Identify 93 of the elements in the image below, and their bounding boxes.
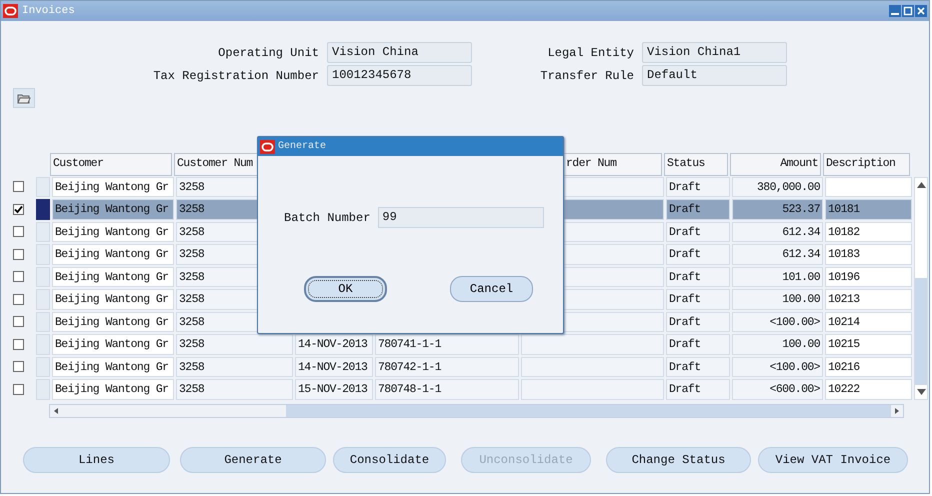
table-cell: 15-NOV-2013	[295, 379, 373, 400]
dialog-title: Generate	[278, 140, 326, 154]
checkbox[interactable]	[12, 338, 24, 350]
scroll-left-icon[interactable]	[50, 404, 62, 416]
vertical-scrollbar[interactable]	[914, 176, 928, 400]
column-header: Amount	[730, 153, 821, 176]
folder-icon	[17, 92, 31, 104]
field-label: Transfer Rule	[539, 68, 635, 84]
table-cell: Beijing Wantong Gr	[52, 312, 174, 332]
checkbox[interactable]	[12, 294, 24, 305]
table-cell: Draft	[666, 312, 730, 332]
table-cell: 14-NOV-2013	[295, 356, 373, 377]
table-cell: 3258	[176, 379, 293, 400]
horizontal-scrollbar[interactable]	[49, 404, 904, 418]
checkbox[interactable]	[12, 271, 24, 282]
table-cell: 612.34	[732, 244, 823, 264]
table-cell: Draft	[666, 222, 730, 242]
table-cell: Draft	[666, 176, 730, 197]
table-cell: Draft	[666, 356, 730, 377]
field-label: Operating Unit	[217, 44, 320, 62]
table-cell: Beijing Wantong Gr	[52, 199, 174, 220]
table-cell: 10181	[825, 199, 912, 220]
folder-button[interactable]	[13, 88, 35, 108]
batch-number-field[interactable]: 99	[378, 207, 544, 228]
table-cell: 780741-1-1	[375, 334, 519, 354]
table-cell: 780748-1-1	[375, 379, 519, 400]
table-cell: <600.00>	[732, 379, 823, 400]
checkbox[interactable]	[12, 181, 24, 192]
table-cell: 10214	[825, 312, 912, 332]
table-cell: Beijing Wantong Gr	[52, 334, 174, 354]
field-label: Legal Entity	[546, 44, 635, 62]
column-header: Status	[664, 153, 728, 176]
dialog-button[interactable]: Cancel	[450, 276, 533, 302]
action-button[interactable]: Change Status	[606, 446, 751, 472]
table-cell: 10183	[825, 244, 912, 264]
checkbox[interactable]	[12, 361, 24, 372]
dialog-button[interactable]: OK	[304, 276, 387, 302]
table-cell: 10216	[825, 356, 912, 377]
table-cell: Beijing Wantong Gr	[52, 244, 174, 264]
table-cell: 10215	[825, 334, 912, 354]
table-cell: 10182	[825, 222, 912, 242]
logo-icon	[260, 140, 275, 154]
action-button[interactable]: View VAT Invoice	[758, 446, 908, 472]
checkbox[interactable]	[12, 384, 24, 395]
table-cell: Draft	[666, 289, 730, 310]
text-field[interactable]: Default	[642, 65, 787, 86]
table-cell: Beijing Wantong Gr	[52, 222, 174, 242]
table-cell: Draft	[666, 334, 730, 354]
checkbox[interactable]	[12, 248, 24, 260]
action-button[interactable]: Generate	[180, 446, 326, 472]
table-cell: Draft	[666, 199, 730, 220]
table-cell: 100.00	[732, 289, 823, 310]
table-cell: 100.00	[732, 334, 823, 354]
text-field[interactable]: 10012345678	[327, 65, 472, 86]
table-cell: Beijing Wantong Gr	[52, 176, 174, 197]
table-cell: 10222	[825, 379, 912, 400]
table-cell: Beijing Wantong Gr	[52, 379, 174, 400]
table-cell: 523.37	[732, 199, 823, 220]
table-cell: 780742-1-1	[375, 356, 519, 377]
field-label: Tax Registration Number	[152, 68, 320, 84]
table-cell: 101.00	[732, 266, 823, 287]
table-cell: Beijing Wantong Gr	[52, 266, 174, 287]
table-cell: Draft	[666, 379, 730, 400]
table-cell: <100.00>	[732, 356, 823, 377]
scroll-down-icon[interactable]	[917, 388, 926, 394]
table-cell: 14-NOV-2013	[295, 334, 373, 354]
scroll-up-icon[interactable]	[917, 182, 926, 188]
table-cell: Beijing Wantong Gr	[52, 356, 174, 377]
logo-icon	[3, 4, 18, 18]
table-cell: 10196	[825, 266, 912, 287]
table-cell: 612.34	[732, 222, 823, 242]
checkbox[interactable]	[12, 204, 24, 215]
text-field[interactable]: Vision China	[327, 42, 472, 63]
checkbox[interactable]	[12, 226, 24, 238]
window-title: Invoices	[22, 4, 75, 19]
close-icon[interactable]	[915, 5, 927, 17]
checkbox[interactable]	[12, 316, 24, 328]
column-header: Description	[823, 153, 910, 176]
scroll-right-icon[interactable]	[891, 404, 903, 416]
table-cell: Beijing Wantong Gr	[52, 289, 174, 310]
action-button[interactable]: Consolidate	[333, 446, 446, 472]
table-cell: 10213	[825, 289, 912, 310]
text-field[interactable]: Vision China1	[642, 42, 787, 63]
maximize-icon[interactable]	[902, 5, 914, 17]
minimize-icon[interactable]	[889, 5, 901, 17]
table-cell: Draft	[666, 244, 730, 264]
action-button[interactable]: Lines	[23, 446, 170, 472]
table-cell: <100.00>	[732, 312, 823, 332]
table-cell: 380,000.00	[732, 176, 823, 197]
table-cell: 3258	[176, 356, 293, 377]
table-cell: 3258	[176, 334, 293, 354]
table-cell: Draft	[666, 266, 730, 287]
column-header: Customer	[50, 153, 172, 176]
